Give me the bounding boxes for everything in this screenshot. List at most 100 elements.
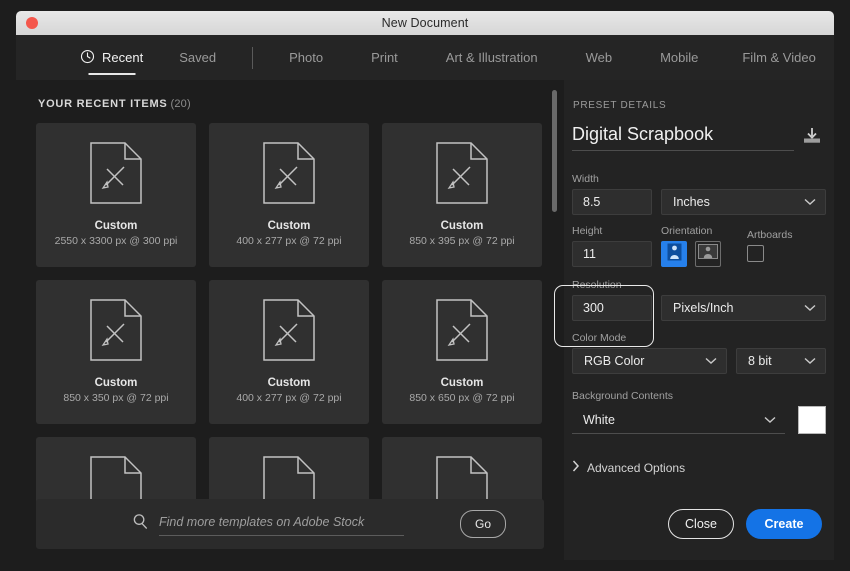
search-go-button[interactable]: Go [460, 510, 506, 538]
background-contents-value: White [583, 412, 615, 427]
recent-item-card[interactable]: Custom 400 x 277 px @ 72 ppi [209, 123, 369, 267]
background-contents-row: Background Contents White [572, 390, 826, 434]
category-tabbar: Recent Saved Photo Print Art & Illustrat… [16, 35, 834, 80]
tab-divider [252, 46, 254, 69]
tab-film-video-label: Film & Video [742, 50, 816, 65]
bit-depth-value: 8 bit [748, 354, 772, 368]
search-icon [132, 513, 149, 535]
tab-mobile-label: Mobile [660, 50, 699, 65]
color-mode-select[interactable]: RGB Color [572, 348, 727, 374]
recent-items-grid: Custom 2550 x 3300 px @ 300 ppi Custom 4… [36, 123, 544, 523]
chevron-down-icon [705, 354, 717, 368]
recent-items-scrollbar[interactable] [552, 88, 557, 488]
chevron-down-icon [764, 413, 776, 427]
tab-photo-label: Photo [289, 50, 324, 65]
tab-active-indicator [88, 73, 136, 75]
background-contents-label: Background Contents [572, 390, 673, 402]
scrollbar-thumb[interactable] [552, 90, 557, 212]
color-mode-label: Color Mode [572, 332, 627, 344]
dialog-actions: Close Create [668, 509, 822, 539]
recent-item-subtitle: 2550 x 3300 px @ 300 ppi [54, 235, 178, 247]
recent-item-card[interactable]: Custom 850 x 395 px @ 72 ppi [382, 123, 542, 267]
artboards-checkbox[interactable] [747, 245, 764, 262]
resolution-input[interactable]: 300 [572, 295, 652, 321]
width-row: Width 8.5 Inches [572, 173, 826, 215]
document-icon [435, 298, 489, 367]
recent-item-card[interactable]: Custom 850 x 650 px @ 72 ppi [382, 280, 542, 424]
recent-item-subtitle: 400 x 277 px @ 72 ppi [236, 235, 342, 247]
resolution-label: Resolution [572, 279, 622, 291]
tab-recent[interactable]: Recent [78, 35, 145, 80]
recent-item-title: Custom [440, 377, 484, 389]
color-mode-row: Color Mode RGB Color 8 bit [572, 332, 826, 374]
recent-item-subtitle: 850 x 350 px @ 72 ppi [63, 392, 169, 404]
chevron-down-icon [804, 354, 816, 368]
recent-item-card[interactable]: Custom 2550 x 3300 px @ 300 ppi [36, 123, 196, 267]
width-label: Width [572, 173, 599, 185]
height-label: Height [572, 225, 603, 237]
tab-saved[interactable]: Saved [177, 35, 218, 80]
tab-web-label: Web [585, 50, 613, 65]
chevron-down-icon [804, 195, 816, 209]
width-input[interactable]: 8.5 [572, 189, 652, 215]
resolution-unit-select[interactable]: Pixels/Inch [661, 295, 826, 321]
window-titlebar: New Document [16, 11, 834, 35]
height-orientation-row: Height 11 Orientation Artboards [572, 225, 826, 267]
recent-item-title: Custom [267, 377, 311, 389]
recent-item-card[interactable]: Custom 850 x 350 px @ 72 ppi [36, 280, 196, 424]
advanced-options-toggle[interactable]: Advanced Options [572, 460, 685, 475]
document-icon [89, 298, 143, 367]
recent-item-card[interactable]: Custom 400 x 277 px @ 72 ppi [209, 280, 369, 424]
tab-web[interactable]: Web [584, 35, 615, 80]
tab-film-video[interactable]: Film & Video [740, 35, 817, 80]
landscape-orientation-button[interactable] [695, 241, 721, 267]
tab-art-illustration-label: Art & Illustration [445, 50, 538, 65]
advanced-options-label: Advanced Options [587, 460, 686, 475]
color-mode-value: RGB Color [584, 354, 645, 368]
chevron-right-icon [572, 460, 580, 475]
resolution-row: Resolution 300 Pixels/Inch [554, 279, 826, 347]
recent-items-pane: YOUR RECENT ITEMS (20) Custom 2550 x 3300… [16, 80, 564, 560]
tab-print[interactable]: Print [369, 35, 400, 80]
tab-photo[interactable]: Photo [287, 35, 325, 80]
tab-saved-label: Saved [179, 50, 217, 65]
recent-items-heading-label: YOUR RECENT ITEMS [38, 98, 168, 110]
recent-item-title: Custom [94, 220, 138, 232]
background-color-swatch[interactable] [798, 406, 826, 434]
window-title: New Document [381, 16, 469, 30]
create-button[interactable]: Create [746, 509, 822, 539]
tab-art-illustration[interactable]: Art & Illustration [444, 35, 540, 80]
preset-name-input[interactable]: Digital Scrapbook [572, 124, 794, 151]
document-icon [89, 141, 143, 210]
portrait-orientation-icon [667, 243, 682, 266]
download-preset-icon[interactable] [801, 127, 823, 152]
chevron-down-icon [804, 301, 816, 315]
search-input[interactable]: Find more templates on Adobe Stock [159, 513, 404, 536]
width-unit-select[interactable]: Inches [661, 189, 826, 215]
document-icon [262, 298, 316, 367]
recent-item-subtitle: 850 x 395 px @ 72 ppi [409, 235, 515, 247]
recent-item-title: Custom [440, 220, 484, 232]
tab-mobile[interactable]: Mobile [658, 35, 700, 80]
new-document-dialog: New Document Recent Saved Photo Print Ar… [0, 0, 850, 571]
document-icon [262, 141, 316, 210]
background-contents-select[interactable]: White [572, 406, 785, 434]
recent-item-title: Custom [94, 377, 138, 389]
width-unit-value: Inches [673, 195, 710, 209]
resolution-unit-value: Pixels/Inch [673, 301, 734, 315]
tab-print-label: Print [371, 50, 398, 65]
preset-details-heading: PRESET DETAILS [573, 100, 667, 111]
clock-icon [80, 49, 95, 67]
search-placeholder: Find more templates on Adobe Stock [159, 514, 365, 529]
height-input[interactable]: 11 [572, 241, 652, 267]
recent-item-subtitle: 850 x 650 px @ 72 ppi [409, 392, 515, 404]
recent-item-title: Custom [267, 220, 311, 232]
portrait-orientation-button[interactable] [661, 241, 687, 267]
adobe-stock-search-bar: Find more templates on Adobe Stock Go [36, 499, 544, 549]
preset-details-pane: PRESET DETAILS Digital Scrapbook Width 8… [554, 80, 834, 560]
recent-item-subtitle: 400 x 277 px @ 72 ppi [236, 392, 342, 404]
recent-items-count: (20) [170, 98, 191, 110]
close-button[interactable]: Close [668, 509, 734, 539]
bit-depth-select[interactable]: 8 bit [736, 348, 826, 374]
close-window-button[interactable] [26, 17, 38, 29]
